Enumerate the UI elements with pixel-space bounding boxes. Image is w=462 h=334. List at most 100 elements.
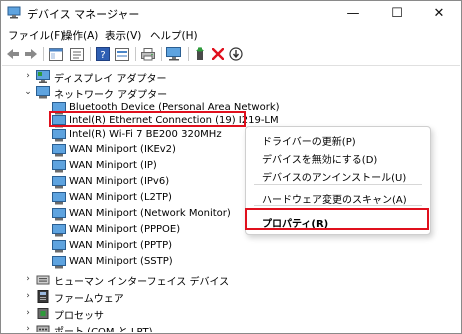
scan-hardware-toolbar-button[interactable]	[166, 46, 182, 62]
minimize-icon: —	[346, 5, 360, 21]
tree-label: ネットワーク アダプター	[54, 90, 168, 101]
network-adapter-icon	[52, 129, 66, 142]
network-adapter-icon	[52, 160, 66, 173]
tree-label: WAN Miniport (PPTP)	[69, 240, 173, 251]
chevron-down-icon[interactable]: ⌄	[23, 87, 33, 97]
network-adapter-icon	[52, 144, 66, 157]
tree-category-processors[interactable]: › プロセッサ	[2, 305, 460, 322]
tree-label: WAN Miniport (IKEv2)	[69, 144, 176, 155]
back-arrow-icon	[7, 49, 19, 59]
ctx-disable-device[interactable]: デバイスを無効にする(D)	[246, 147, 430, 167]
tree-label: ディスプレイ アダプター	[54, 74, 167, 85]
disable-toolbar-button[interactable]	[228, 46, 244, 62]
hid-device-icon	[36, 275, 50, 285]
uninstall-toolbar-button[interactable]	[210, 46, 226, 62]
close-button[interactable]: ✕	[417, 1, 461, 25]
menu-bar: ファイル(F) 操作(A) 表示(V) ヘルプ(H)	[1, 25, 461, 44]
tree-category-ports[interactable]: › ポート (COM と LPT)	[2, 321, 460, 332]
tree-category-display-adapters[interactable]: › ディスプレイ アダプター	[2, 68, 460, 85]
view-toolbar-button[interactable]	[114, 46, 130, 62]
ctx-uninstall-device[interactable]: デバイスのアンインストール(U)	[246, 165, 430, 185]
toolbar-separator	[188, 47, 189, 61]
add-driver-toolbar-button[interactable]	[192, 46, 208, 62]
toolbar-separator	[135, 47, 136, 61]
ctx-update-driver[interactable]: ドライバーの更新(P)	[246, 129, 430, 149]
printer-icon	[141, 47, 155, 60]
network-adapter-icon	[52, 256, 66, 269]
maximize-button[interactable]: ☐	[375, 1, 419, 25]
tree-label: WAN Miniport (L2TP)	[69, 192, 172, 203]
close-icon: ✕	[433, 5, 445, 21]
tree-label: プロセッサ	[54, 311, 104, 322]
processor-icon	[37, 308, 49, 319]
toolbar-separator	[90, 47, 91, 61]
forward-button[interactable]	[23, 46, 39, 62]
console-tree-icon	[49, 47, 63, 61]
menu-view[interactable]: 表示(V)	[105, 28, 141, 43]
ctx-label: ドライバーの更新(P)	[262, 137, 356, 148]
tree-label: ファームウェア	[54, 294, 124, 305]
ctx-separator	[254, 205, 422, 206]
network-adapter-icon	[52, 208, 66, 221]
network-adapter-icon	[52, 240, 66, 253]
chevron-right-icon[interactable]: ›	[23, 308, 33, 318]
selected-item-highlight	[49, 111, 246, 127]
ctx-label: デバイスのアンインストール(U)	[262, 173, 407, 184]
properties-highlight	[245, 208, 429, 230]
show-hide-console-button[interactable]	[48, 46, 64, 62]
tree-label: WAN Miniport (PPPOE)	[69, 224, 181, 235]
tree-label: WAN Miniport (SSTP)	[69, 256, 173, 267]
device-manager-app-icon	[7, 6, 21, 19]
toolbar-separator	[43, 47, 44, 61]
update-driver-icon	[196, 47, 204, 60]
tree-label: WAN Miniport (Network Monitor)	[69, 208, 231, 219]
tree-category-network-adapters[interactable]: ⌄ ネットワーク アダプター	[2, 84, 460, 101]
window-title: デバイス マネージャー	[27, 8, 140, 21]
red-x-icon	[212, 48, 224, 60]
tree-label: ポート (COM と LPT)	[54, 323, 153, 332]
network-adapter-icon	[52, 176, 66, 189]
back-button[interactable]	[5, 46, 21, 62]
view-list-icon	[115, 47, 129, 61]
menu-action[interactable]: 操作(A)	[62, 28, 98, 43]
properties-toolbar-button[interactable]	[69, 46, 85, 62]
tree-category-firmware[interactable]: › ファームウェア	[2, 288, 460, 305]
tree-item-wan-pptp[interactable]: WAN Miniport (PPTP)	[2, 238, 460, 255]
svg-text:?: ?	[100, 50, 105, 61]
menu-help[interactable]: ヘルプ(H)	[150, 28, 198, 43]
forward-arrow-icon	[25, 49, 37, 59]
help-toolbar-button[interactable]: ?	[95, 46, 111, 62]
tree-category-hid[interactable]: › ヒューマン インターフェイス デバイス	[2, 271, 460, 288]
network-adapter-icon	[52, 224, 66, 237]
title-bar: デバイス マネージャー — ☐ ✕	[1, 1, 461, 25]
help-icon: ?	[96, 47, 110, 61]
menu-file[interactable]: ファイル(F)	[8, 28, 64, 43]
toolbar-separator	[161, 47, 162, 61]
device-manager-window: デバイス マネージャー — ☐ ✕ ファイル(F) 操作(A) 表示(V) ヘル…	[0, 0, 462, 334]
network-adapter-icon	[36, 86, 50, 99]
down-arrow-circle-icon	[229, 47, 243, 61]
tree-label: Intel(R) Wi-Fi 7 BE200 320MHz	[69, 129, 222, 140]
monitor-scan-icon	[166, 47, 181, 61]
maximize-icon: ☐	[391, 5, 403, 21]
firmware-icon	[37, 290, 49, 303]
ctx-label: ハードウェア変更のスキャン(A)	[262, 195, 407, 206]
tree-label: ヒューマン インターフェイス デバイス	[54, 277, 230, 288]
toolbar: ?	[1, 44, 461, 65]
print-toolbar-button[interactable]	[140, 46, 156, 62]
port-icon	[36, 325, 50, 332]
display-adapter-icon	[36, 70, 50, 83]
properties-sheet-icon	[70, 47, 84, 61]
chevron-right-icon[interactable]: ›	[23, 324, 33, 332]
ctx-scan-hardware[interactable]: ハードウェア変更のスキャン(A)	[246, 187, 430, 207]
tree-label: WAN Miniport (IP)	[69, 160, 157, 171]
minimize-button[interactable]: —	[331, 1, 375, 25]
ctx-label: デバイスを無効にする(D)	[262, 155, 378, 166]
chevron-right-icon[interactable]: ›	[23, 274, 33, 284]
ctx-separator	[254, 184, 422, 185]
network-adapter-icon	[52, 192, 66, 205]
chevron-right-icon[interactable]: ›	[23, 71, 33, 81]
chevron-right-icon[interactable]: ›	[23, 291, 33, 301]
tree-item-wan-sstp[interactable]: WAN Miniport (SSTP)	[2, 254, 460, 271]
tree-label: WAN Miniport (IPv6)	[69, 176, 170, 187]
